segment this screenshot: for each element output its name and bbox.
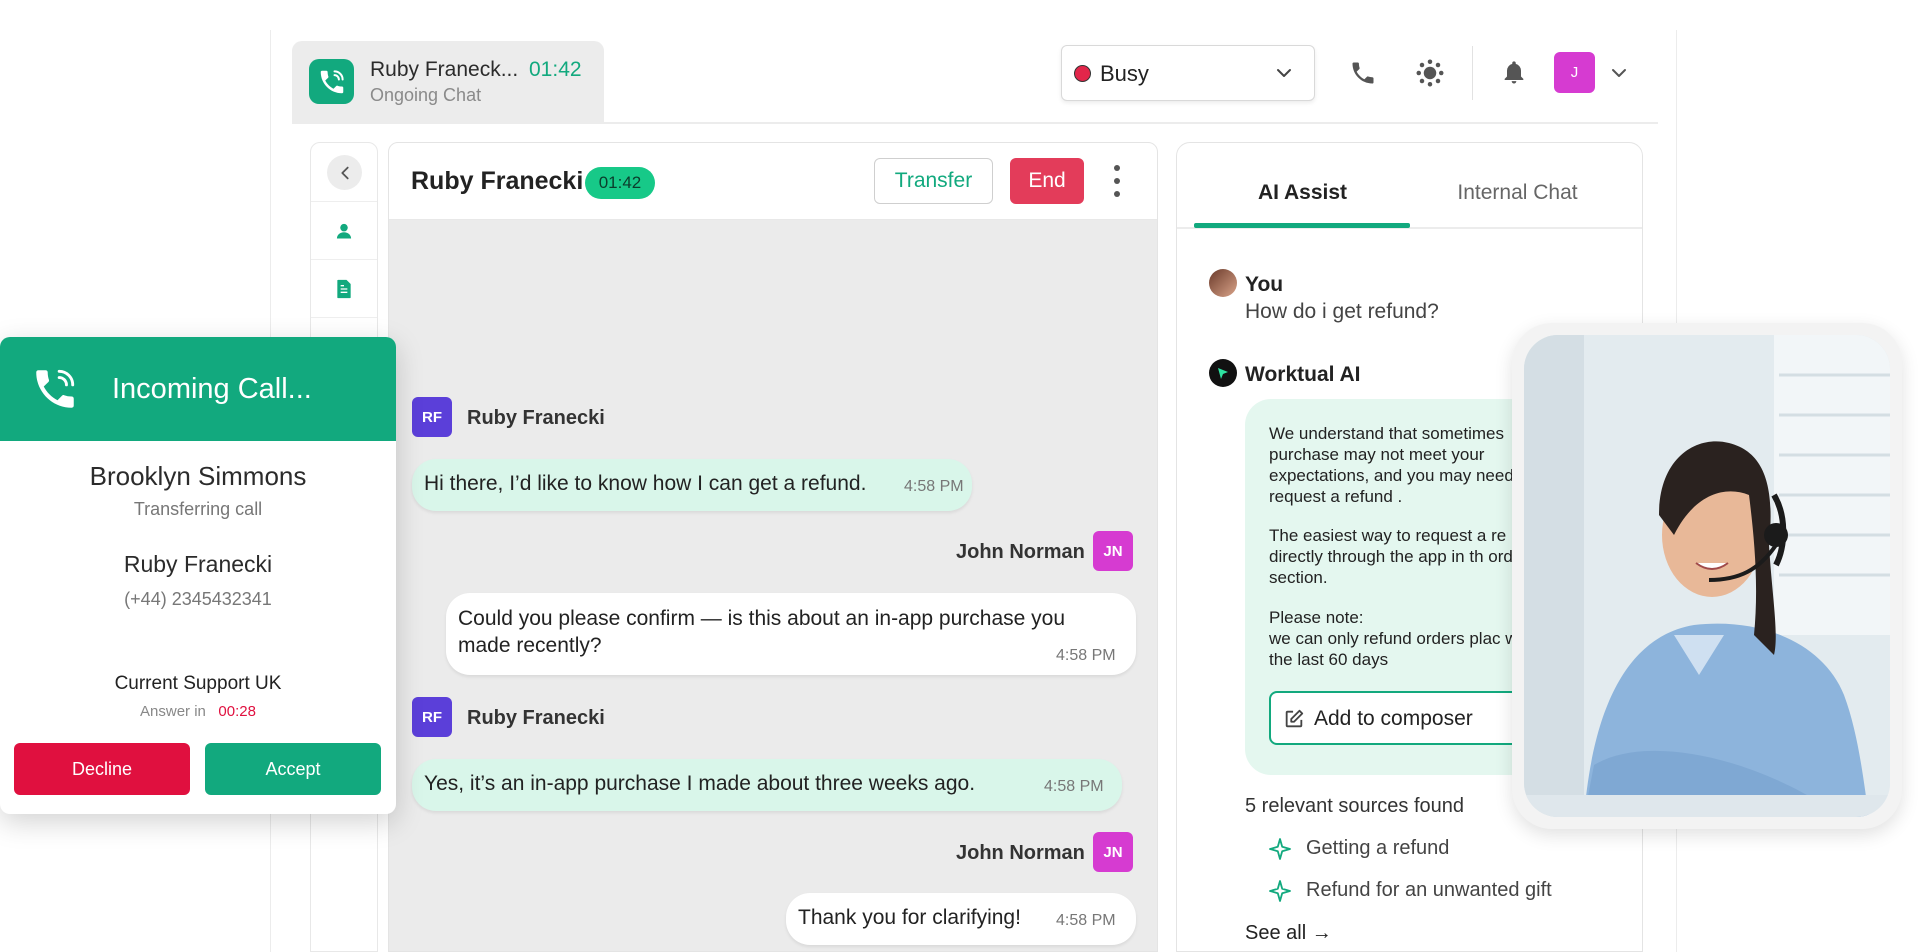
phone-icon[interactable] — [1346, 56, 1380, 90]
sparkle-icon — [1269, 880, 1291, 902]
message-sender: John Norman — [956, 541, 1085, 563]
message-bubble: Thank you for clarifying! 4:58 PM — [786, 893, 1136, 945]
message-time: 4:58 PM — [1056, 912, 1116, 929]
incoming-call-card: Incoming Call... Brooklyn Simmons Transf… — [0, 337, 396, 814]
ai-response-paragraph: The easiest way to request a re is direc… — [1269, 526, 1537, 587]
user-photo-avatar — [1209, 269, 1237, 297]
chat-tab-name: Ruby Franeck... — [370, 58, 519, 81]
active-chat-tab[interactable]: Ruby Franeck... 01:42 Ongoing Chat — [292, 41, 604, 123]
add-to-composer-label: Add to composer — [1314, 707, 1473, 730]
message-bubble: Hi there, I’d like to know how I can get… — [412, 459, 972, 511]
message-sender: Ruby Franecki — [467, 707, 605, 729]
avatar: JN — [1093, 832, 1133, 872]
accept-button[interactable]: Accept — [205, 743, 381, 795]
message-time: 4:58 PM — [1056, 647, 1116, 664]
chat-tab-timer: 01:42 — [529, 58, 582, 81]
agent-video-card — [1512, 323, 1902, 829]
availability-value: Busy — [1100, 61, 1149, 86]
queue-name: Current Support UK — [114, 673, 282, 694]
tab-ai-assist[interactable]: AI Assist — [1195, 181, 1410, 205]
see-all-link[interactable]: See all → — [1245, 922, 1332, 945]
conversation-contact-name: Ruby Franecki — [411, 167, 584, 195]
tab-internal-chat[interactable]: Internal Chat — [1410, 181, 1625, 205]
you-label: You — [1245, 273, 1284, 296]
decline-button[interactable]: Decline — [14, 743, 190, 795]
source-link[interactable]: Getting a refund — [1306, 837, 1449, 860]
contact-phone: (+44) 2345432341 — [124, 589, 272, 609]
edit-pencil-icon — [1285, 709, 1304, 728]
transfer-button[interactable]: Transfer — [874, 158, 993, 204]
add-to-composer-button[interactable]: Add to composer — [1269, 691, 1549, 745]
message-time: 4:58 PM — [904, 478, 964, 495]
bell-icon[interactable] — [1497, 56, 1531, 90]
chevron-down-icon — [1277, 69, 1291, 77]
answer-countdown: Answer in 00:28 — [0, 703, 396, 720]
message-time: 4:58 PM — [1044, 778, 1104, 795]
active-tab-indicator — [1194, 223, 1410, 228]
assist-tabs: AI Assist Internal Chat — [1177, 143, 1642, 229]
agent-video-feed — [1524, 335, 1890, 817]
ai-response-paragraph: Please note: we can only refund orders p… — [1269, 608, 1549, 669]
settings-cog-icon[interactable] — [1413, 56, 1447, 90]
answer-in-time: 00:28 — [218, 703, 256, 720]
worktual-logo-icon — [1209, 359, 1237, 387]
phone-ringing-icon — [36, 369, 75, 408]
user-avatar[interactable]: J — [1554, 52, 1595, 93]
message-bubble: Could you please confirm — is this about… — [446, 593, 1136, 675]
message-text: Hi there, I’d like to know how I can get… — [424, 472, 867, 495]
ai-label: Worktual AI — [1245, 363, 1361, 386]
avatar: RF — [412, 697, 452, 737]
caller-name: Brooklyn Simmons — [89, 461, 307, 491]
notes-document-icon[interactable] — [311, 259, 377, 317]
answer-in-label: Answer in — [140, 703, 206, 720]
message-text: Could you please confirm — is this about… — [458, 607, 1066, 657]
chevron-left-icon[interactable] — [327, 155, 362, 190]
sources-title: 5 relevant sources found — [1245, 795, 1465, 817]
message-sender: Ruby Franecki — [467, 407, 605, 429]
chat-tab-status: Ongoing Chat — [370, 85, 482, 105]
caller-status: Transferring call — [133, 499, 263, 519]
avatar: RF — [412, 397, 452, 437]
you-question: How do i get refund? — [1245, 300, 1439, 323]
availability-select[interactable]: Busy — [1061, 45, 1315, 101]
incoming-call-title: Incoming Call... — [112, 373, 312, 405]
message-text: Yes, it’s an in-app purchase I made abou… — [424, 772, 976, 795]
conversation-timer-badge: 01:42 — [585, 167, 655, 199]
contact-name: Ruby Franecki — [123, 551, 273, 577]
contact-profile-icon[interactable] — [311, 201, 377, 259]
incoming-call-header: Incoming Call... — [0, 337, 396, 441]
end-button[interactable]: End — [1010, 158, 1084, 204]
header-separator — [1472, 46, 1473, 100]
conversation-panel: Ruby Franecki 01:42 Transfer End RF Ruby… — [388, 142, 1158, 952]
avatar: JN — [1093, 531, 1133, 571]
conversation-header: Ruby Franecki 01:42 Transfer End — [389, 143, 1157, 220]
more-options-icon[interactable] — [1109, 165, 1125, 197]
message-sender: John Norman — [956, 842, 1085, 864]
ai-response-paragraph: We understand that sometimes purchase ma… — [1269, 424, 1514, 506]
chevron-down-icon[interactable] — [1609, 63, 1629, 83]
sparkle-icon — [1269, 838, 1291, 860]
source-link[interactable]: Refund for an unwanted gift — [1306, 879, 1552, 902]
message-text: Thank you for clarifying! — [798, 906, 1021, 929]
message-bubble: Yes, it’s an in-app purchase I made abou… — [412, 759, 1122, 811]
phone-ringing-icon — [309, 59, 354, 104]
busy-status-dot — [1074, 65, 1091, 82]
app-root: Ruby Franeck... 01:42 Ongoing Chat Busy … — [0, 0, 1920, 952]
